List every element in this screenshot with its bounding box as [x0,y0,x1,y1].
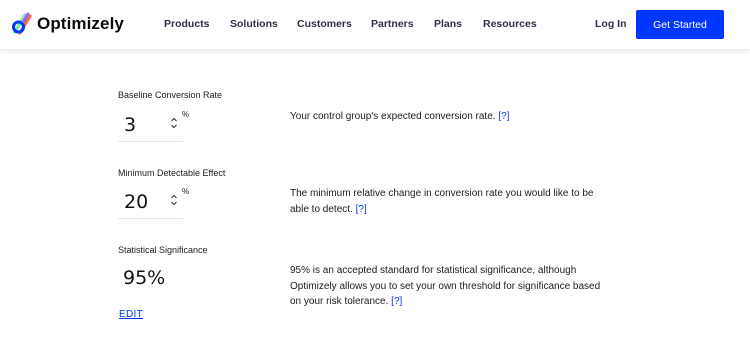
significance-description: 95% is an accepted standard for statisti… [290,263,610,310]
significance-label: Statistical Significance [118,245,208,255]
mde-unit: % [182,187,190,196]
mde-stepper-icon[interactable] [170,193,178,207]
nav-item-plans[interactable]: Plans [434,18,462,30]
baseline-stepper-icon[interactable] [170,116,178,130]
significance-description-line1: 95% is an accepted standard for statisti… [290,265,577,276]
nav-item-customers[interactable]: Customers [297,18,352,30]
significance-value: 95% [123,267,166,289]
significance-description-line2: Optimizely allows you to set your own th… [290,280,601,292]
nav-item-products[interactable]: Products [164,18,210,30]
nav-item-resources[interactable]: Resources [483,18,537,30]
nav-item-partners[interactable]: Partners [371,18,414,30]
baseline-value: 3 [124,114,137,136]
baseline-help-link[interactable]: [?] [498,111,509,122]
nav-item-solutions[interactable]: Solutions [230,18,278,30]
mde-label: Minimum Detectable Effect [118,168,226,178]
baseline-description-text: Your control group's expected conversion… [290,111,496,122]
logo[interactable]: Optimizely [11,10,124,38]
mde-value: 20 [124,191,149,213]
baseline-unit: % [182,110,190,119]
significance-edit-link[interactable]: EDIT [119,309,143,320]
login-link[interactable]: Log In [595,18,627,30]
significance-description-line3: on your risk tolerance. [290,296,389,307]
mde-description-line2: able to detect. [290,203,353,215]
optimizely-logo-icon [11,12,35,36]
logo-text: Optimizely [37,14,124,33]
mde-description-line1: The minimum relative change in conversio… [290,188,594,199]
baseline-label: Baseline Conversion Rate [118,90,223,100]
get-started-button[interactable]: Get Started [636,10,724,39]
baseline-input[interactable]: 3 [118,106,183,142]
mde-help-link[interactable]: [?] [356,204,367,215]
baseline-description: Your control group's expected conversion… [290,109,610,125]
significance-help-link[interactable]: [?] [391,296,402,307]
mde-input[interactable]: 20 [118,183,183,219]
mde-description: The minimum relative change in conversio… [290,186,610,217]
site-header: Optimizely Products Solutions Customers … [0,0,750,50]
